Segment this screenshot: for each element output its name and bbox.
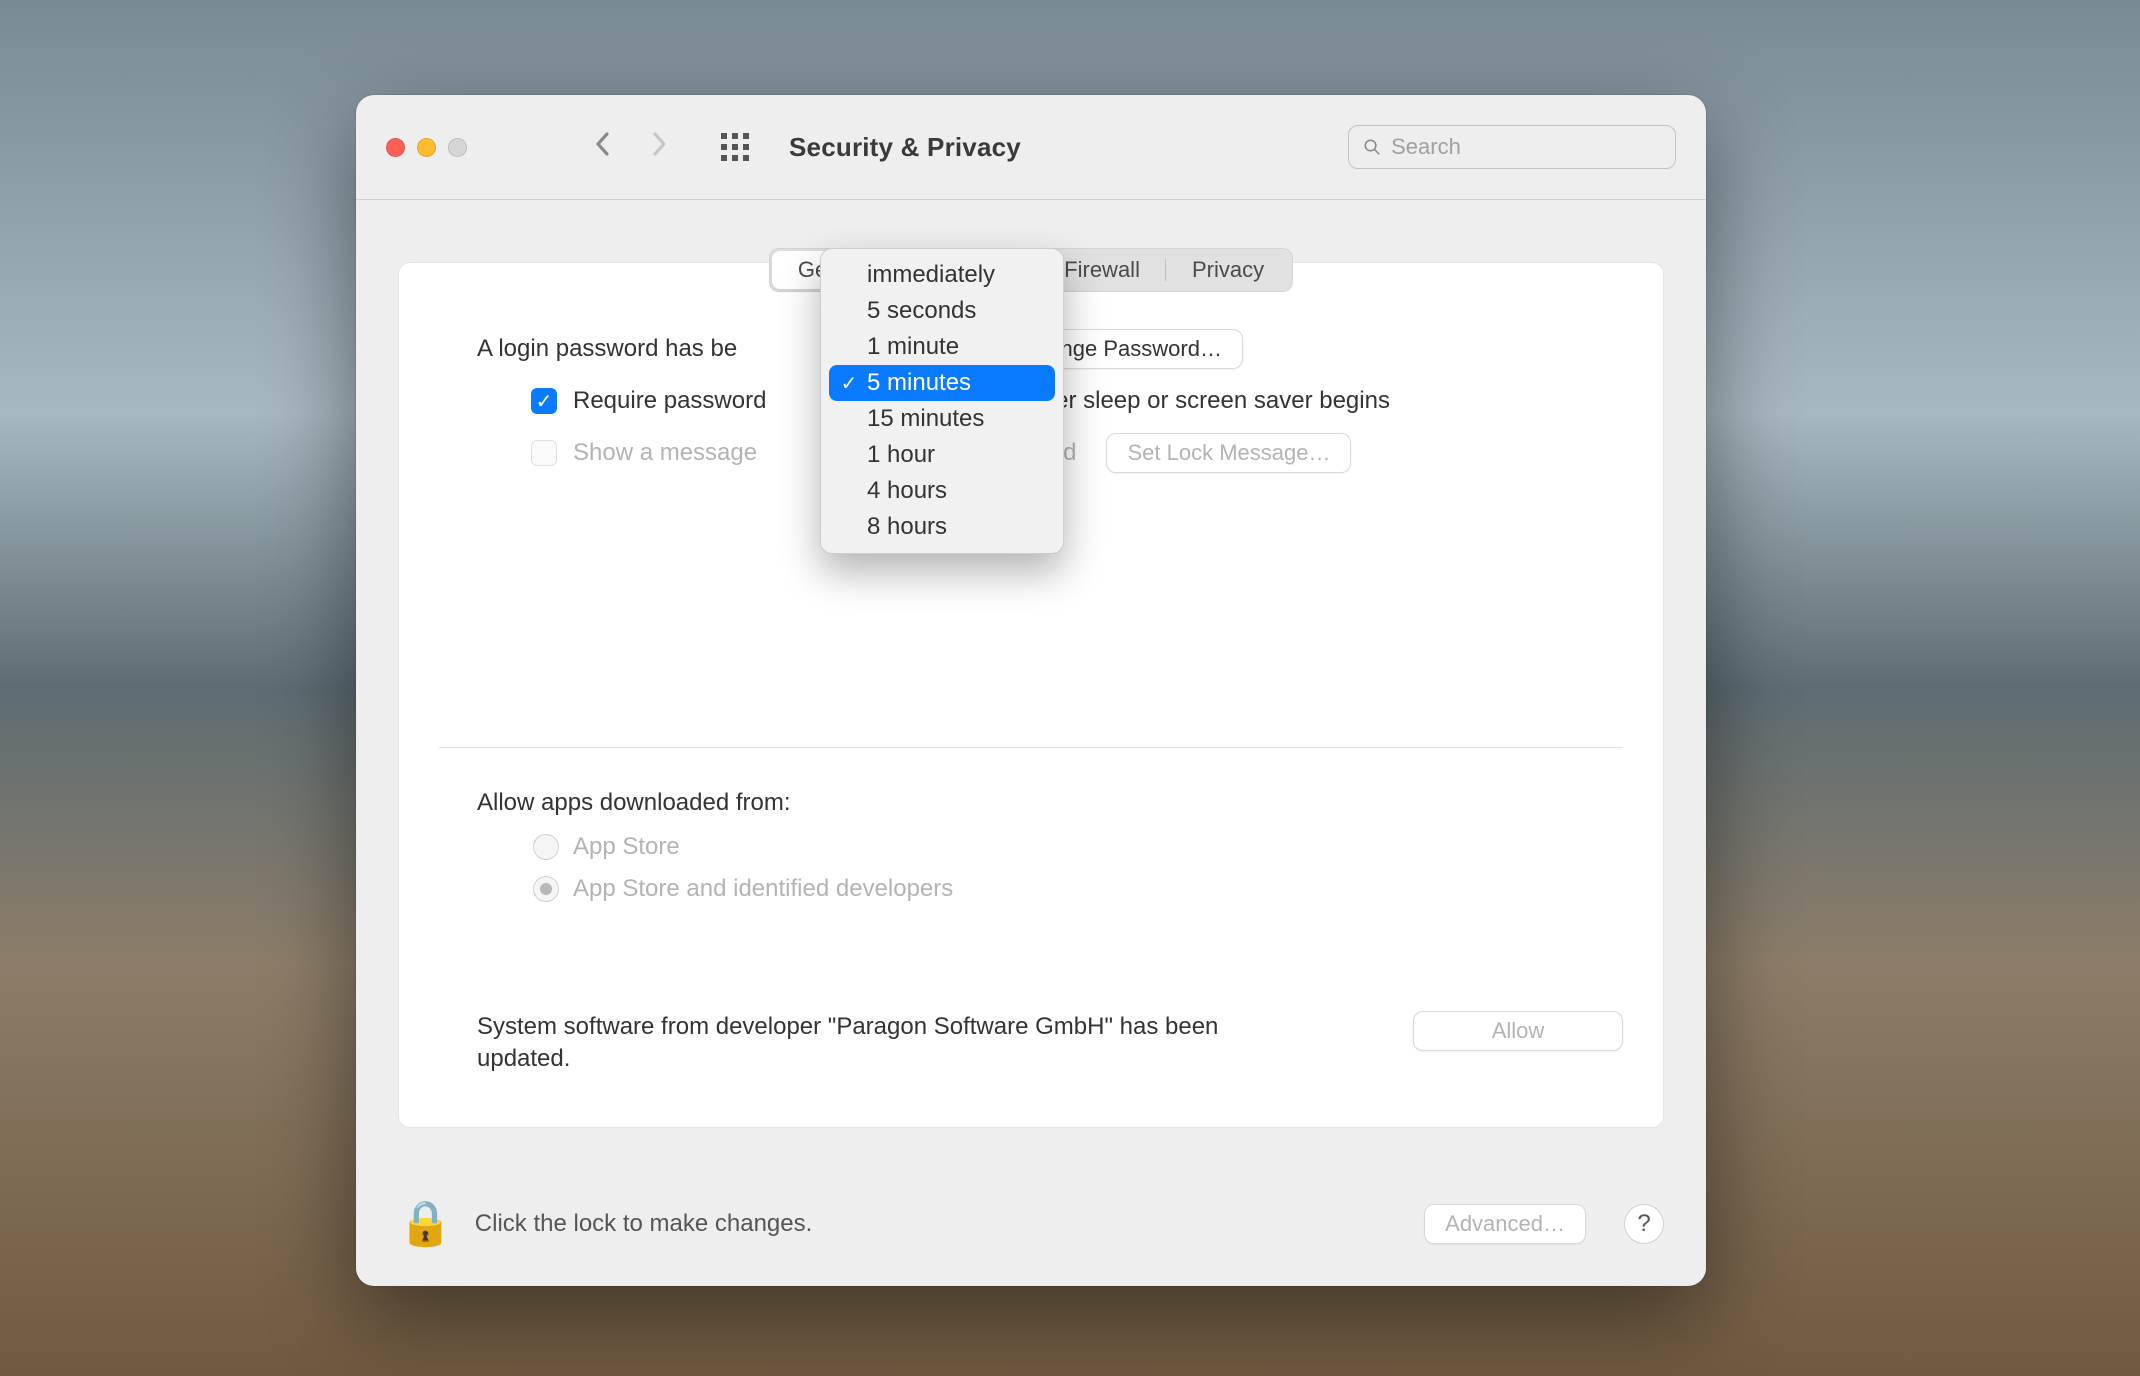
help-button[interactable]: ? [1624,1204,1664,1244]
require-password-suffix: after sleep or screen saver begins [1028,387,1390,415]
close-window-button[interactable] [386,138,405,157]
dropdown-option[interactable]: ✓1 hour [829,437,1055,473]
system-software-row: System software from developer "Paragon … [477,1011,1623,1076]
search-icon [1363,137,1381,157]
lock-icon[interactable]: 🔒 [398,1202,453,1246]
lock-text: Click the lock to make changes. [475,1210,813,1238]
window-title: Security & Privacy [789,132,1021,163]
allow-apps-section: Allow apps downloaded from: App Store Ap… [477,789,1585,903]
radio-appstore [533,834,559,860]
dropdown-option-label: 8 hours [867,513,947,541]
dropdown-option[interactable]: ✓8 hours [829,509,1055,545]
set-lock-message-button: Set Lock Message… [1106,433,1351,473]
check-icon: ✓ [839,371,859,396]
allow-apps-label: Allow apps downloaded from: [477,789,1585,817]
dropdown-option[interactable]: ✓4 hours [829,473,1055,509]
dropdown-option[interactable]: ✓15 minutes [829,401,1055,437]
dropdown-option[interactable]: ✓ 5 minutes [829,365,1055,401]
preferences-window: Security & Privacy A login password has … [356,95,1706,1286]
show-message-label: Show a message [573,439,757,467]
radio-identified [533,876,559,902]
dropdown-option[interactable]: ✓immediately [829,257,1055,293]
login-password-text: A login password has be [477,335,737,363]
radio-identified-label: App Store and identified developers [573,875,953,903]
search-input[interactable] [1391,134,1661,160]
advanced-button[interactable]: Advanced… [1424,1204,1586,1244]
search-field[interactable] [1348,125,1676,169]
nav-buttons [593,129,669,166]
content-area: A login password has be Change Password…… [356,200,1706,1286]
tab-privacy[interactable]: Privacy [1166,251,1290,289]
show-message-checkbox [531,440,557,466]
radio-appstore-label: App Store [573,833,680,861]
show-all-icon[interactable] [721,133,749,161]
dropdown-option-label: 15 minutes [867,405,984,433]
delay-dropdown-menu[interactable]: ✓immediately✓5 seconds✓1 minute ✓ 5 minute… [820,248,1064,554]
minimize-window-button[interactable] [417,138,436,157]
dropdown-option-label: 5 seconds [867,297,976,325]
require-password-checkbox[interactable]: ✓ [531,388,557,414]
allow-button: Allow [1413,1011,1623,1051]
dropdown-option-label: 5 minutes [867,369,971,397]
back-button[interactable] [593,129,613,166]
dropdown-option-label: 1 minute [867,333,959,361]
divider [439,747,1623,748]
dropdown-option[interactable]: ✓1 minute [829,329,1055,365]
require-password-label: Require password [573,387,766,415]
dropdown-option-label: 4 hours [867,477,947,505]
bottom-bar: 🔒 Click the lock to make changes. Advanc… [398,1202,1664,1246]
radio-identified-row: App Store and identified developers [533,875,1585,903]
forward-button[interactable] [649,129,669,166]
traffic-lights [386,138,467,157]
titlebar: Security & Privacy [356,95,1706,200]
zoom-window-button[interactable] [448,138,467,157]
system-software-message: System software from developer "Paragon … [477,1011,1267,1076]
dropdown-option[interactable]: ✓5 seconds [829,293,1055,329]
dropdown-option-label: 1 hour [867,441,935,469]
dropdown-option-label: immediately [867,261,995,289]
radio-appstore-row: App Store [533,833,1585,861]
